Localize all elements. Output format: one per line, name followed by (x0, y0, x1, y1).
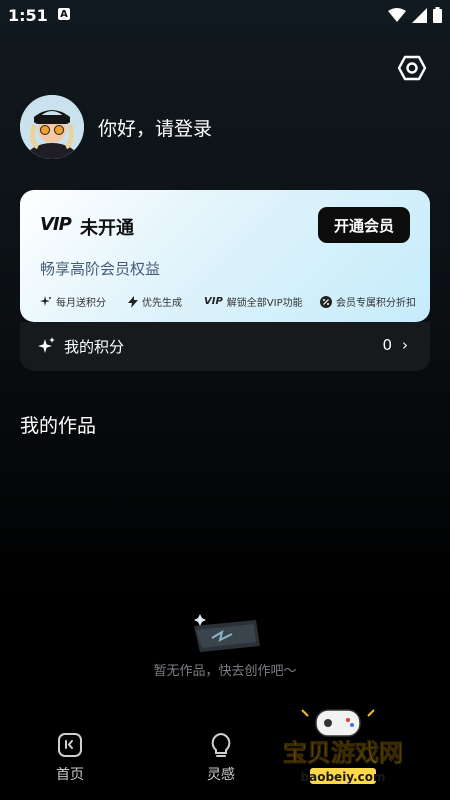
chevron-right-icon: › (402, 336, 408, 354)
works-title: 我的作品 (20, 415, 97, 437)
benefit-item: 优先生成 (128, 294, 182, 309)
benefit-item: 每月送积分 (40, 294, 106, 309)
watermark-logo: 宝贝游戏网 baobeiy.com (268, 706, 418, 796)
lightning-icon (128, 295, 138, 308)
login-greeting[interactable]: 你好，请登录 (98, 114, 212, 141)
bulb-icon (211, 732, 231, 757)
status-bar: 1:51 A (0, 0, 450, 32)
notification-a-icon: A (58, 8, 70, 20)
status-time: 1:51 (8, 6, 48, 25)
benefit-item: VIP 解锁全部VIP功能 (204, 294, 303, 309)
battery-icon (433, 7, 442, 23)
home-icon (58, 733, 82, 757)
nav-inspiration-label: 灵感 (207, 767, 235, 783)
benefit-label: 优先生成 (142, 298, 182, 309)
vip-subtitle: 畅享高阶会员权益 (40, 260, 161, 278)
benefit-label: 解锁全部VIP功能 (226, 298, 303, 309)
avatar[interactable] (20, 95, 84, 159)
watermark-url: baobeiy.com (301, 770, 386, 784)
settings-icon (397, 55, 427, 81)
empty-works-icon (194, 614, 260, 652)
vip-status: 未开通 (80, 218, 134, 239)
discount-icon (320, 295, 332, 308)
vip-icon: VIP (204, 296, 223, 307)
sparkle-icon (38, 337, 55, 353)
open-vip-button[interactable]: 开通会员 (318, 207, 410, 243)
empty-works-text: 暂无作品，快去创作吧～ (153, 664, 297, 679)
nav-home-label: 首页 (56, 767, 84, 783)
nav-home[interactable]: 首页 (56, 732, 84, 784)
wifi-icon (388, 8, 406, 22)
my-points-row[interactable]: 我的积分 0 › (20, 322, 430, 371)
vip-logo: VIP (40, 214, 72, 235)
points-value: 0 (382, 336, 392, 354)
points-label: 我的积分 (64, 338, 125, 356)
sparkle-icon (40, 295, 51, 306)
watermark-title: 宝贝游戏网 (283, 739, 403, 767)
vip-card[interactable]: VIP 未开通 开通会员 畅享高阶会员权益 每月送积分 优先生成 VIP 解锁全… (20, 190, 430, 322)
benefit-label: 会员专属积分折扣 (336, 298, 416, 309)
settings-button[interactable] (397, 54, 427, 82)
benefit-label: 每月送积分 (56, 298, 106, 309)
system-icons (388, 7, 442, 23)
signal-icon (412, 7, 427, 23)
nav-inspiration[interactable]: 灵感 (207, 732, 235, 784)
benefit-item: 会员专属积分折扣 (320, 294, 416, 309)
